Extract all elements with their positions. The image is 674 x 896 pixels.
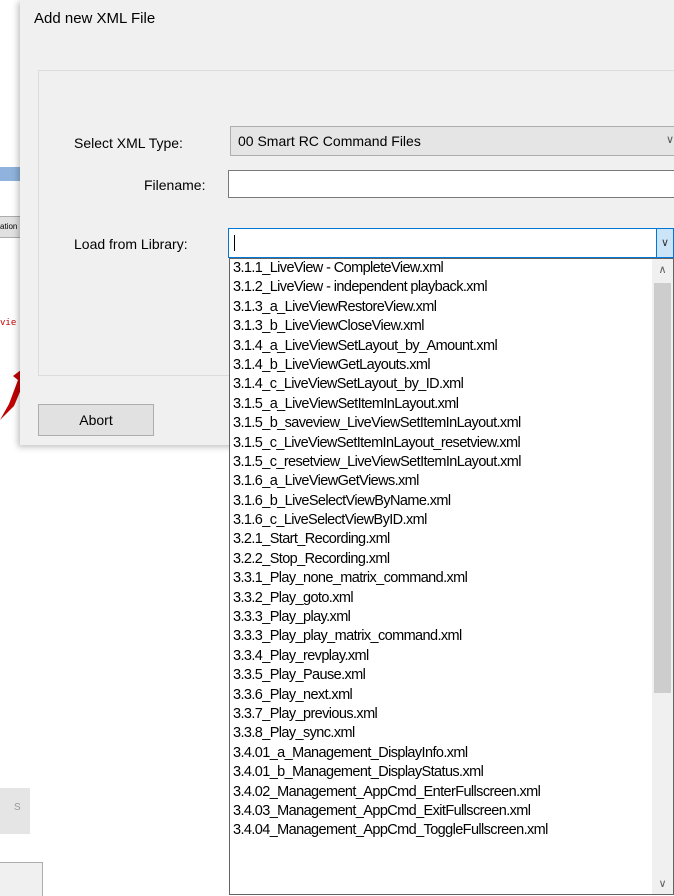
library-list: 3.1.1_LiveView - CompleteView.xml 3.1.2_L… (230, 259, 652, 841)
list-item[interactable]: 3.1.2_LiveView - independent playback.xm… (230, 278, 652, 297)
list-item[interactable]: 3.1.3_b_LiveViewCloseView.xml (230, 317, 652, 336)
xml-type-select[interactable]: 00 Smart RC Command Files ∨ (230, 126, 674, 156)
xml-type-value: 00 Smart RC Command Files (238, 133, 421, 149)
list-item[interactable]: 3.4.04_Management_AppCmd_ToggleFullscree… (230, 821, 652, 840)
dialog-title: Add new XML File (34, 10, 156, 27)
list-item[interactable]: 3.3.6_Play_next.xml (230, 686, 652, 705)
background-status-text: S (14, 802, 21, 813)
xml-type-label: Select XML Type: (74, 135, 183, 151)
list-item[interactable]: 3.4.03_Management_AppCmd_ExitFullscreen.… (230, 802, 652, 821)
list-item[interactable]: 3.1.6_c_LiveSelectViewByID.xml (230, 511, 652, 530)
chevron-down-icon[interactable]: ∨ (652, 877, 673, 890)
list-item[interactable]: 3.2.1_Start_Recording.xml (230, 530, 652, 549)
list-item[interactable]: 3.1.5_c_resetview_LiveViewSetItemInLayou… (230, 453, 652, 472)
list-item[interactable]: 3.3.3_Play_play_matrix_command.xml (230, 627, 652, 646)
library-combo[interactable]: ∨ (228, 228, 674, 258)
chevron-down-icon: ∨ (660, 237, 670, 249)
filename-input[interactable] (229, 171, 674, 197)
background-title-strip (0, 167, 20, 181)
list-item[interactable]: 3.1.1_LiveView - CompleteView.xml (230, 259, 652, 278)
background-button[interactable]: ation (0, 216, 21, 238)
chevron-up-icon[interactable]: ∧ (652, 263, 673, 276)
list-item[interactable]: 3.1.5_a_LiveViewSetItemInLayout.xml (230, 395, 652, 414)
list-item[interactable]: 3.2.2_Stop_Recording.xml (230, 550, 652, 569)
list-item[interactable]: 3.3.8_Play_sync.xml (230, 724, 652, 743)
list-item[interactable]: 3.3.3_Play_play.xml (230, 608, 652, 627)
list-item[interactable]: 3.1.4_b_LiveViewGetLayouts.xml (230, 356, 652, 375)
chevron-down-icon[interactable]: ∨ (666, 133, 674, 146)
dropdown-scrollbar[interactable]: ∧ ∨ (652, 259, 673, 894)
list-item[interactable]: 3.1.5_c_LiveViewSetItemInLayout_resetvie… (230, 434, 652, 453)
list-item[interactable]: 3.4.02_Management_AppCmd_EnterFullscreen… (230, 783, 652, 802)
list-item[interactable]: 3.4.01_b_Management_DisplayStatus.xml (230, 763, 652, 782)
list-item[interactable]: 3.3.4_Play_revplay.xml (230, 647, 652, 666)
library-input[interactable] (229, 229, 629, 257)
list-item[interactable]: 3.1.5_b_saveview_LiveViewSetItemInLayout… (230, 414, 652, 433)
background-code-text: vie (0, 318, 17, 328)
filename-label: Filename: (144, 177, 206, 193)
list-item[interactable]: 3.3.7_Play_previous.xml (230, 705, 652, 724)
list-item[interactable]: 3.1.6_a_LiveViewGetViews.xml (230, 472, 652, 491)
library-dropdown-button[interactable]: ∨ (656, 228, 674, 258)
scrollbar-thumb[interactable] (654, 283, 671, 693)
list-item[interactable]: 3.4.01_a_Management_DisplayInfo.xml (230, 744, 652, 763)
list-item[interactable]: 3.3.1_Play_none_matrix_command.xml (230, 569, 652, 588)
abort-button[interactable]: Abort (38, 404, 154, 436)
list-item[interactable]: 3.3.2_Play_goto.xml (230, 589, 652, 608)
filename-field[interactable] (228, 170, 674, 198)
text-caret (234, 235, 235, 251)
list-item[interactable]: 3.1.6_b_LiveSelectViewByName.xml (230, 492, 652, 511)
background-bottom-button[interactable] (0, 862, 43, 896)
library-dropdown-list[interactable]: 3.1.1_LiveView - CompleteView.xml 3.1.2_L… (229, 258, 674, 895)
list-item[interactable]: 3.1.4_c_LiveViewSetLayout_by_ID.xml (230, 375, 652, 394)
library-label: Load from Library: (74, 236, 188, 252)
background-status-strip: S (0, 788, 30, 834)
list-item[interactable]: 3.1.3_a_LiveViewRestoreView.xml (230, 298, 652, 317)
list-item[interactable]: 3.1.4_a_LiveViewSetLayout_by_Amount.xml (230, 337, 652, 356)
list-item[interactable]: 3.3.5_Play_Pause.xml (230, 666, 652, 685)
